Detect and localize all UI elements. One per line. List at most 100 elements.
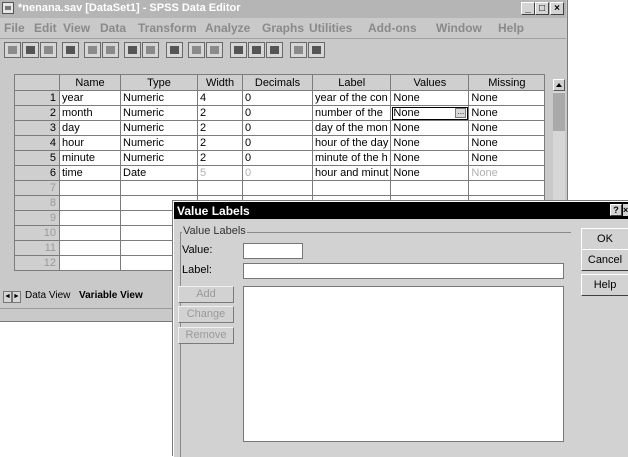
cell-type[interactable]: Numeric	[120, 120, 198, 136]
column-header[interactable]: Type	[120, 74, 198, 91]
dialog-close-icon[interactable]: ×	[623, 204, 628, 216]
cell-label[interactable]: hour and minut	[311, 165, 392, 181]
cell-decimals[interactable]: 0	[242, 105, 313, 121]
row-number[interactable]: 3	[14, 120, 60, 136]
column-header[interactable]: Name	[59, 74, 121, 91]
cell-decimals[interactable]: 0	[242, 120, 313, 136]
cell-values[interactable]: None	[390, 135, 470, 151]
cell-width[interactable]: 2	[197, 150, 243, 166]
cell-missing[interactable]: None	[468, 150, 546, 166]
remove-button[interactable]: Remove	[178, 327, 234, 344]
label-input[interactable]	[243, 263, 564, 279]
value-labels-ellipsis-button[interactable]: ...	[455, 108, 467, 118]
ok-button[interactable]: OK	[581, 228, 628, 250]
cell-type[interactable]: Numeric	[120, 105, 198, 121]
cell-label[interactable]: year of the con	[311, 90, 392, 106]
menu-data[interactable]: Data	[100, 21, 126, 35]
close-button[interactable]: ×	[550, 2, 564, 15]
cancel-button[interactable]: Cancel	[581, 249, 628, 271]
cell-missing[interactable]: None	[468, 165, 546, 181]
menu-help[interactable]: Help	[498, 21, 524, 35]
weight-cases-icon[interactable]	[248, 42, 265, 58]
empty-cell[interactable]	[120, 180, 198, 196]
row-number[interactable]: 12	[14, 255, 60, 271]
insert-cases-icon[interactable]	[188, 42, 205, 58]
spss-app-icon[interactable]	[2, 2, 14, 14]
row-number[interactable]: 9	[14, 210, 60, 226]
value-labels-list[interactable]	[243, 286, 564, 442]
cell-width[interactable]: 5	[197, 165, 243, 181]
tab-next-arrow-icon[interactable]: ►	[12, 291, 21, 303]
maximize-button[interactable]: □	[535, 2, 549, 15]
column-header[interactable]: Decimals	[242, 74, 313, 91]
cell-decimals[interactable]: 0	[242, 90, 313, 106]
value-input[interactable]	[243, 243, 303, 259]
row-number[interactable]: 10	[14, 225, 60, 241]
cell-width[interactable]: 4	[197, 90, 243, 106]
undo-icon[interactable]	[84, 42, 101, 58]
variables-icon[interactable]	[142, 42, 159, 58]
menu-edit[interactable]: Edit	[34, 21, 57, 35]
tab-data-view[interactable]: Data View	[25, 290, 70, 301]
menu-graphs[interactable]: Graphs	[262, 21, 304, 35]
cell-values[interactable]: None	[390, 150, 470, 166]
cell-type[interactable]: Numeric	[120, 90, 198, 106]
row-number[interactable]: 11	[14, 240, 60, 256]
dialog-help-question-icon[interactable]: ?	[610, 204, 622, 216]
title-bar[interactable]: *nenana.sav [DataSet1] - SPSS Data Edito…	[0, 0, 566, 18]
scroll-thumb[interactable]	[553, 93, 565, 131]
add-button[interactable]: Add	[178, 286, 234, 303]
row-number[interactable]: 2	[14, 105, 60, 121]
cell-width[interactable]: 2	[197, 135, 243, 151]
value-labels-icon[interactable]	[290, 42, 307, 58]
print-icon[interactable]	[40, 42, 57, 58]
cell-type[interactable]: Numeric	[120, 135, 198, 151]
cell-label[interactable]: minute of the h	[311, 150, 392, 166]
select-cases-icon[interactable]	[266, 42, 283, 58]
corner-cell[interactable]	[14, 74, 60, 91]
cell-type[interactable]: Numeric	[120, 150, 198, 166]
empty-cell[interactable]	[59, 180, 121, 196]
menu-transform[interactable]: Transform	[138, 21, 197, 35]
empty-cell[interactable]	[390, 180, 470, 196]
column-header[interactable]: Width	[197, 74, 243, 91]
cell-values-active[interactable]: None...	[390, 105, 470, 121]
cell-name[interactable]: minute	[59, 150, 121, 166]
minimize-button[interactable]: _	[521, 2, 535, 15]
menu-window[interactable]: Window	[436, 21, 482, 35]
cell-width[interactable]: 2	[197, 120, 243, 136]
use-sets-icon[interactable]	[308, 42, 325, 58]
redo-icon[interactable]	[102, 42, 119, 58]
insert-variable-icon[interactable]	[206, 42, 223, 58]
empty-cell[interactable]	[468, 180, 546, 196]
row-number[interactable]: 5	[14, 150, 60, 166]
scroll-up-arrow-icon[interactable]	[553, 79, 565, 91]
tab-variable-view[interactable]: Variable View	[79, 290, 143, 301]
empty-cell[interactable]	[197, 180, 243, 196]
column-header[interactable]: Missing	[468, 74, 546, 91]
row-number[interactable]: 6	[14, 165, 60, 181]
find-icon[interactable]	[166, 42, 183, 58]
empty-cell[interactable]	[59, 255, 121, 271]
menu-view[interactable]: View	[63, 21, 90, 35]
tab-prev-arrow-icon[interactable]: ◄	[3, 291, 12, 303]
goto-case-icon[interactable]	[124, 42, 141, 58]
cell-type[interactable]: Date	[120, 165, 198, 181]
cell-name[interactable]: month	[59, 105, 121, 121]
cell-missing[interactable]: None	[468, 120, 546, 136]
dialog-title-bar[interactable]: Value Labels ? ×	[174, 202, 628, 219]
cell-name[interactable]: day	[59, 120, 121, 136]
menu-utilities[interactable]: Utilities	[309, 21, 352, 35]
cell-label[interactable]: day of the mon	[311, 120, 392, 136]
empty-cell[interactable]	[59, 225, 121, 241]
row-number[interactable]: 4	[14, 135, 60, 151]
menu-file[interactable]: File	[4, 21, 25, 35]
split-file-icon[interactable]	[230, 42, 247, 58]
cell-values[interactable]: None	[390, 165, 470, 181]
cell-width[interactable]: 2	[197, 105, 243, 121]
empty-cell[interactable]	[311, 180, 392, 196]
save-icon[interactable]	[22, 42, 39, 58]
cell-name[interactable]: hour	[59, 135, 121, 151]
cell-missing[interactable]: None	[468, 90, 546, 106]
row-number[interactable]: 8	[14, 195, 60, 211]
